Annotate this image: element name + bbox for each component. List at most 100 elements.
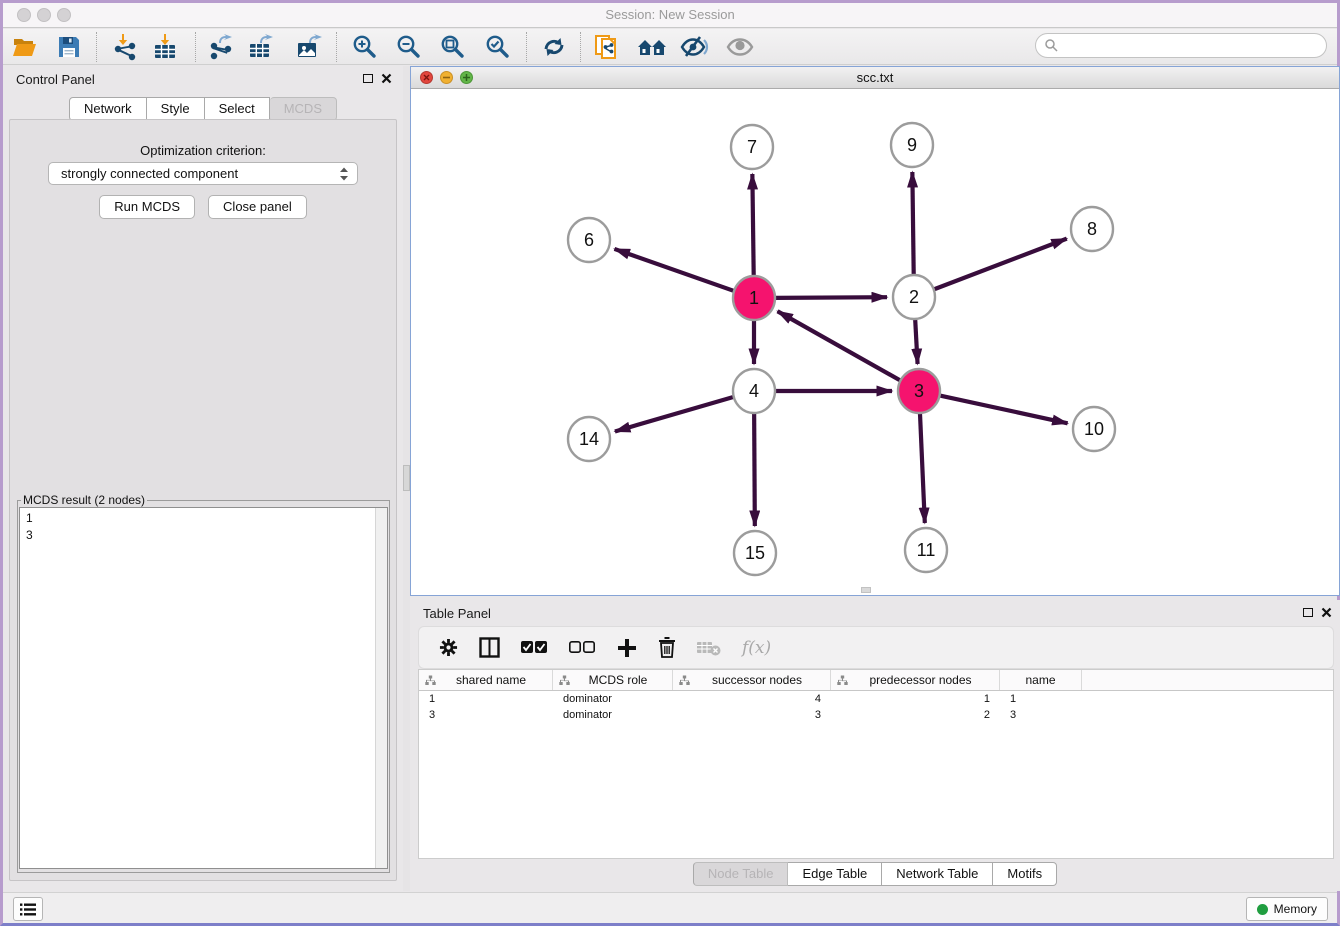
- tab-select[interactable]: Select: [205, 97, 270, 121]
- graph-edge-2-9[interactable]: [912, 172, 913, 275]
- clone-network-icon[interactable]: [590, 32, 624, 62]
- node-table[interactable]: shared nameMCDS rolesuccessor nodesprede…: [418, 669, 1334, 859]
- column-sort-icon: [425, 675, 436, 686]
- export-network-icon[interactable]: [205, 32, 239, 62]
- first-neighbors-icon[interactable]: [635, 32, 669, 62]
- table-panel-tabs: Node TableEdge TableNetwork TableMotifs: [410, 862, 1340, 886]
- zoom-in-icon[interactable]: [348, 32, 382, 62]
- graph-node-label: 10: [1084, 419, 1104, 439]
- network-window-titlebar[interactable]: scc.txt: [411, 67, 1339, 89]
- tab-edge-table[interactable]: Edge Table: [788, 862, 882, 886]
- graph-edge-3-10[interactable]: [940, 396, 1067, 424]
- column-header-shared-name[interactable]: shared name: [419, 670, 553, 690]
- hide-details-icon[interactable]: [678, 32, 712, 62]
- table-row[interactable]: 3dominator323: [419, 707, 1333, 723]
- tab-motifs[interactable]: Motifs: [993, 862, 1057, 886]
- graph-edge-2-8[interactable]: [935, 239, 1067, 290]
- import-network-icon[interactable]: [109, 32, 143, 62]
- graph-edge-2-3[interactable]: [915, 319, 917, 364]
- column-header-successor-nodes[interactable]: successor nodes: [673, 670, 831, 690]
- graph-node-2[interactable]: 2: [893, 275, 935, 319]
- column-header-predecessor-nodes[interactable]: predecessor nodes: [831, 670, 1000, 690]
- function-builder-icon[interactable]: f(x): [742, 638, 771, 658]
- mcds-result-area[interactable]: 1 3: [19, 507, 388, 869]
- graph-node-6[interactable]: 6: [568, 218, 610, 262]
- zoom-selected-icon[interactable]: [481, 32, 515, 62]
- window-title: Session: New Session: [3, 7, 1337, 22]
- export-table-icon[interactable]: [244, 32, 278, 62]
- search-input[interactable]: [1059, 39, 1326, 53]
- search-field[interactable]: [1035, 33, 1327, 58]
- mcds-result-scrollbar[interactable]: [375, 508, 387, 868]
- graph-edge-4-15[interactable]: [754, 413, 755, 526]
- import-table-icon[interactable]: [148, 32, 182, 62]
- table-cell: 1: [1000, 693, 1082, 705]
- criterion-value: strongly connected component: [61, 166, 339, 181]
- canvas-scroll-grip[interactable]: [861, 587, 871, 593]
- graph-node-7[interactable]: 7: [731, 125, 773, 169]
- graph-node-15[interactable]: 15: [734, 531, 776, 575]
- close-table-panel-icon[interactable]: [1321, 607, 1332, 618]
- task-history-button[interactable]: [13, 897, 43, 921]
- network-canvas[interactable]: 1 2 3 4 6 7 8 9 10 11 14 15: [411, 89, 1339, 594]
- graph-edge-3-1[interactable]: [778, 311, 900, 380]
- refresh-layout-icon[interactable]: [537, 32, 571, 62]
- deselect-all-icon[interactable]: [569, 641, 596, 654]
- zoom-fit-icon[interactable]: [436, 32, 470, 62]
- tab-mcds[interactable]: MCDS: [270, 97, 337, 121]
- memory-button[interactable]: Memory: [1246, 897, 1328, 921]
- graph-node-9[interactable]: 9: [891, 123, 933, 167]
- show-details-icon[interactable]: [723, 32, 757, 62]
- graph-node-8[interactable]: 8: [1071, 207, 1113, 251]
- tab-node-table[interactable]: Node Table: [693, 862, 789, 886]
- table-cell: dominator: [553, 693, 673, 705]
- column-header-MCDS-role[interactable]: MCDS role: [553, 670, 673, 690]
- delete-icon[interactable]: [658, 637, 676, 658]
- float-panel-icon[interactable]: [363, 74, 373, 83]
- mcds-result-box: MCDS result (2 nodes) 1 3: [17, 493, 390, 873]
- graph-node-14[interactable]: 14: [568, 417, 610, 461]
- panel-splitter[interactable]: [403, 66, 410, 891]
- open-folder-icon[interactable]: [8, 32, 42, 62]
- column-header-name[interactable]: name: [1000, 670, 1082, 690]
- graph-node-1[interactable]: 1: [733, 276, 775, 320]
- gear-icon[interactable]: [439, 638, 458, 657]
- graph-edge-1-6[interactable]: [614, 249, 733, 291]
- zoom-out-icon[interactable]: [392, 32, 426, 62]
- select-all-icon[interactable]: [521, 641, 548, 654]
- delete-table-icon[interactable]: [697, 640, 721, 656]
- graph-node-10[interactable]: 10: [1073, 407, 1115, 451]
- table-body: 1dominator4113dominator323: [419, 691, 1333, 723]
- close-panel-icon[interactable]: [381, 73, 392, 84]
- graph-node-3[interactable]: 3: [898, 369, 940, 413]
- tab-style[interactable]: Style: [147, 97, 205, 121]
- close-panel-button[interactable]: Close panel: [208, 195, 307, 219]
- main-toolbar: [3, 29, 1337, 65]
- graph-edge-1-2[interactable]: [776, 297, 887, 298]
- control-panel-title: Control Panel: [16, 72, 95, 87]
- graph-edge-1-7[interactable]: [752, 174, 753, 276]
- graph-edge-3-11[interactable]: [920, 413, 925, 523]
- table-row[interactable]: 1dominator411: [419, 691, 1333, 707]
- table-panel-title: Table Panel: [423, 606, 491, 621]
- add-icon[interactable]: [617, 638, 637, 658]
- run-mcds-button[interactable]: Run MCDS: [99, 195, 195, 219]
- graph-node-label: 14: [579, 429, 599, 449]
- graph-node-11[interactable]: 11: [905, 528, 947, 572]
- splitter-grip[interactable]: [403, 465, 410, 491]
- tab-network[interactable]: Network: [69, 97, 147, 121]
- split-columns-icon[interactable]: [479, 637, 500, 658]
- save-icon[interactable]: [52, 32, 86, 62]
- export-image-icon[interactable]: [292, 32, 326, 62]
- graph-node-label: 11: [917, 540, 936, 560]
- float-table-panel-icon[interactable]: [1303, 608, 1313, 617]
- chevron-up-down-icon: [339, 166, 349, 182]
- tab-network-table[interactable]: Network Table: [882, 862, 993, 886]
- criterion-dropdown[interactable]: strongly connected component: [48, 162, 358, 185]
- graph-edge-4-14[interactable]: [615, 397, 733, 431]
- search-icon: [1044, 38, 1059, 53]
- graph-node-4[interactable]: 4: [733, 369, 775, 413]
- window-titlebar: Session: New Session: [3, 3, 1337, 28]
- memory-status-icon: [1257, 904, 1268, 915]
- table-cell: 3: [673, 709, 831, 721]
